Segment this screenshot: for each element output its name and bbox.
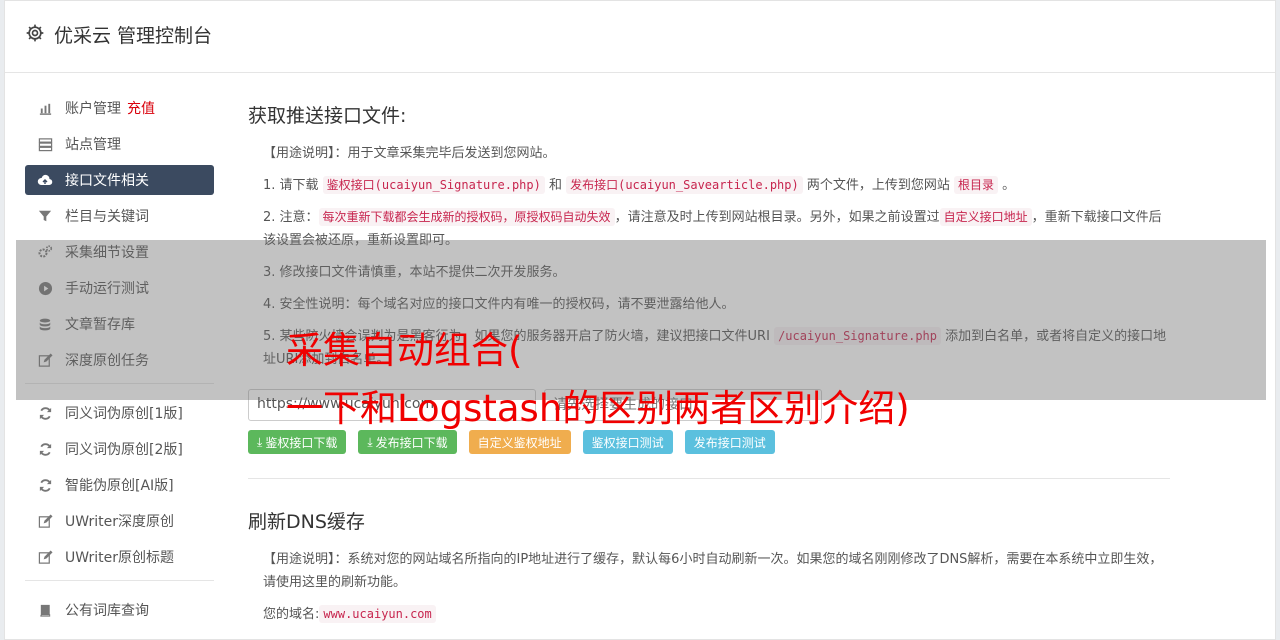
overlay-title: 采集自动组合( 一下和Logstash的区别两者区别介绍) — [286, 329, 910, 430]
sidebar-item-label: 栏目与关键词 — [65, 209, 149, 225]
cloud-upload-icon — [37, 172, 53, 188]
refresh-icon — [37, 405, 53, 421]
sidebar-item-label: UWriter原创标题 — [65, 550, 174, 566]
domain-row: 您的域名: www.ucaiyun.com — [248, 603, 1170, 626]
sidebar-item[interactable]: UWriter深度原创 — [25, 506, 214, 536]
sidebar-item-label: 接口文件相关 — [65, 173, 149, 189]
sidebar-item[interactable]: 公有词库查询 — [25, 595, 214, 625]
sidebar-item-label: 同义词伪原创[1版] — [65, 406, 183, 422]
sidebar-item[interactable]: 同义词伪原创[1版] — [25, 398, 214, 428]
refresh-icon — [37, 441, 53, 457]
root-dir-code: 根目录 — [954, 176, 999, 194]
refresh-icon — [37, 477, 53, 493]
dns-usage-note: 【用途说明】：系统对您的网站域名所指向的IP地址进行了缓存，默认每6小时自动刷新… — [263, 552, 1163, 590]
page-title: 优采云 管理控制台 — [54, 25, 213, 47]
usage-note: 【用途说明】：用于文章采集完毕后发送到您网站。 — [263, 146, 556, 161]
instruction-1: 1. 请下载 鉴权接口(ucaiyun_Signature.php) 和 发布接… — [263, 176, 1016, 194]
section-title-push-files: 获取推送接口文件: — [248, 105, 407, 127]
book-icon — [37, 602, 53, 618]
filter-icon — [37, 208, 53, 224]
sidebar-item[interactable]: 账户管理 充值 — [25, 93, 214, 123]
sidebar-item-label: UWriter深度原创 — [65, 514, 174, 530]
section-divider — [248, 478, 1170, 479]
sidebar-item[interactable]: UWriter原创标题 — [25, 542, 214, 572]
domain-label: 您的域名: — [263, 607, 320, 622]
sidebar-divider — [25, 580, 214, 581]
header: 优采云 管理控制台 — [5, 1, 1275, 73]
sidebar-item[interactable]: 智能伪原创[AI版] — [25, 470, 214, 500]
sidebar-item-label: 账户管理 — [65, 101, 121, 117]
sidebar-item[interactable]: 栏目与关键词 — [25, 201, 214, 231]
sidebar-item-label: 公有词库查询 — [65, 603, 149, 619]
sidebar-item-label: 同义词伪原创[2版] — [65, 442, 183, 458]
sidebar-item[interactable]: 接口文件相关 — [25, 165, 214, 195]
domain-value: www.ucaiyun.com — [319, 605, 436, 623]
sidebar-item[interactable]: 同义词伪原创[2版] — [25, 434, 214, 464]
edit-icon — [37, 513, 53, 529]
publish-file-link[interactable]: 发布接口(ucaiyun_Savearticle.php) — [566, 176, 803, 194]
section-title-dns: 刷新DNS缓存 — [248, 511, 365, 533]
gear-icon — [26, 24, 44, 42]
download-icon: ⤓ — [257, 434, 263, 449]
sidebar-item[interactable]: 站点管理 — [25, 129, 214, 159]
server-icon — [37, 136, 53, 152]
bar-chart-icon — [37, 100, 53, 116]
sidebar-item-label: 智能伪原创[AI版] — [65, 478, 174, 494]
custom-url-code: 自定义接口地址 — [939, 208, 1032, 226]
auth-file-link[interactable]: 鉴权接口(ucaiyun_Signature.php) — [322, 176, 545, 194]
edit-icon — [37, 549, 53, 565]
sidebar-item-label: 站点管理 — [65, 137, 121, 153]
recharge-link[interactable]: 充值 — [127, 98, 155, 118]
warning-code: 每次重新下载都会生成新的授权码，原授权码自动失效 — [318, 208, 615, 226]
